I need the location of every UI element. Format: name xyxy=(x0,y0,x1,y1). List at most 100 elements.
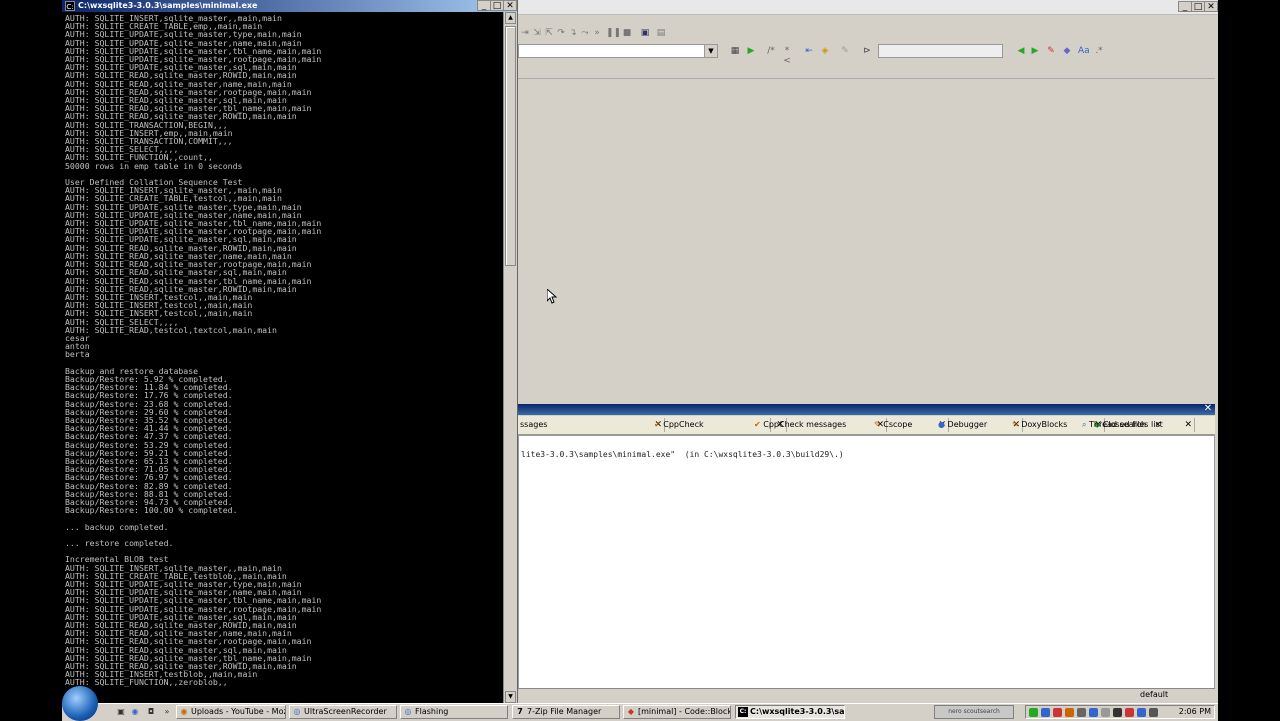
console-titlebar[interactable]: C: C:\wxsqlite3-3.0.3\samples\minimal.ex… xyxy=(62,0,517,12)
tab-thread-search[interactable]: ⌕ Thread search ✕ xyxy=(1082,418,1182,432)
system-tray: 2:06 PM xyxy=(1025,705,1215,719)
bookmark-icon[interactable]: ◈ xyxy=(820,46,830,56)
codeblocks-window[interactable]: _ □ ✕ ⇥ ⇲ ⇱ ↷ ↴ ⤳ » ❚❚ ■ ▣ ▤ ▼ ▦ ▶ /* *<… xyxy=(500,0,1218,705)
start-button[interactable] xyxy=(62,686,98,721)
run-icon[interactable]: ▶ xyxy=(746,46,756,56)
close-icon[interactable]: ✕ xyxy=(1155,420,1162,429)
codeblocks-minimize-button[interactable]: _ xyxy=(1178,1,1192,12)
highlight-search-icon[interactable]: ✎ xyxy=(1046,46,1056,56)
codeblocks-titlebar[interactable]: _ □ ✕ xyxy=(500,0,1218,15)
speaker-icon[interactable] xyxy=(1113,708,1122,717)
scope-dropdown[interactable]: ▼ xyxy=(518,44,718,58)
regex-icon[interactable]: .* xyxy=(1094,46,1104,56)
tab-label: DoxyBlocks xyxy=(1021,420,1068,429)
codeblocks-maximize-button[interactable]: □ xyxy=(1191,1,1205,12)
chevron-down-icon[interactable]: ▼ xyxy=(704,45,717,57)
match-case-icon[interactable]: Aa xyxy=(1078,46,1090,56)
info-icon[interactable]: ▤ xyxy=(656,28,666,38)
more-chevron-icon[interactable]: » xyxy=(162,707,172,717)
selected-text-icon[interactable]: ◆ xyxy=(1062,46,1072,56)
mouse-cursor-icon xyxy=(547,289,557,304)
next-instruction-icon[interactable]: ↷ xyxy=(556,28,566,38)
7zip-icon: 7 xyxy=(517,707,523,716)
tab-build-messages[interactable]: ssages ✕ xyxy=(518,418,665,432)
taskbar-item-label: Flashing xyxy=(415,707,449,716)
thread-search-icon: ⌕ xyxy=(1082,420,1087,429)
search-next-icon[interactable]: ▶ xyxy=(1030,46,1040,56)
continue-icon[interactable]: » xyxy=(592,28,602,38)
incremental-search-input[interactable] xyxy=(878,44,1003,58)
debugger-icon: ● xyxy=(938,420,945,429)
console-line: 50000 rows in emp table in 0 seconds xyxy=(65,160,243,171)
codeblocks-close-button[interactable]: ✕ xyxy=(1204,1,1218,12)
jump-back-icon[interactable]: ⇤ xyxy=(804,46,814,56)
taskbar-item-firefox[interactable]: ◉ Uploads - YouTube - Moz... xyxy=(176,705,286,719)
tab-cppcheck-messages[interactable]: ✔ CppCheck messages ✕ xyxy=(752,418,887,432)
console-title: C:\wxsqlite3-3.0.3\samples\minimal.exe xyxy=(78,1,258,10)
firefox-icon: ◉ xyxy=(180,707,188,716)
media-icon[interactable]: ◘ xyxy=(146,707,156,717)
highlight-icon[interactable]: ✎ xyxy=(840,46,850,56)
recorder-tray-icon[interactable] xyxy=(1125,708,1134,717)
status-bar: default xyxy=(518,688,1215,703)
scroll-up-icon[interactable]: ▲ xyxy=(505,12,516,24)
taskbar-item-7zip[interactable]: 7 7-Zip File Manager xyxy=(512,705,620,719)
console-window[interactable]: C: C:\wxsqlite3-3.0.3\samples\minimal.ex… xyxy=(62,0,518,705)
comment-icon[interactable]: /* xyxy=(766,46,776,56)
taskbar-item-codeblocks[interactable]: ◆ [minimal] - Code::Blocks ... xyxy=(623,705,731,719)
pause-icon[interactable]: ❚❚ xyxy=(606,28,621,38)
console-scrollbar[interactable]: ▲ ▼ xyxy=(503,12,517,705)
uncomment-icon[interactable]: *< xyxy=(782,46,792,66)
editor-area[interactable] xyxy=(518,78,1215,405)
taskbar-item-recorder[interactable]: ◎ UltraScreenRecorder xyxy=(289,705,397,719)
taskbar-item-flashing[interactable]: ◎ Flashing xyxy=(400,705,508,719)
build-log-panel[interactable]: lite3-3.0.3\samples\minimal.exe" (in C:\… xyxy=(518,435,1215,689)
step-into-icon[interactable]: ⇲ xyxy=(532,28,542,38)
right-margin xyxy=(1218,0,1280,720)
update-icon[interactable] xyxy=(1065,708,1074,717)
flashing-icon: ◎ xyxy=(404,707,412,716)
close-icon[interactable]: ✕ xyxy=(1203,404,1213,414)
step-instruction-icon[interactable]: ↴ xyxy=(568,28,578,38)
build-target-icon[interactable]: ▦ xyxy=(730,46,740,56)
logs-panel-header[interactable]: ✕ xyxy=(518,404,1215,415)
scroll-thumb[interactable] xyxy=(505,26,516,266)
console-maximize-button[interactable]: □ xyxy=(490,0,504,11)
console-output[interactable]: AUTH: SQLITE_INSERT,sqlite_master,,main,… xyxy=(65,14,503,702)
search-prev-icon[interactable]: ◀ xyxy=(1016,46,1026,56)
usb-icon[interactable] xyxy=(1101,708,1110,717)
nero-search-box[interactable]: nero scoutsearch xyxy=(934,705,1014,719)
battery-icon[interactable] xyxy=(1149,708,1158,717)
browser-icon[interactable]: ◉ xyxy=(130,707,140,717)
shield-icon[interactable] xyxy=(1089,708,1098,717)
tab-label: Cscope xyxy=(883,420,913,429)
find-icon[interactable]: ⊳ xyxy=(862,46,872,56)
taskbar-item-console[interactable]: C: C:\wxsqlite3-3.0.3\sa... xyxy=(735,705,845,719)
tab-label: Thread search xyxy=(1089,420,1147,429)
status-default: default xyxy=(1140,690,1169,699)
taskbar-item-label: 7-Zip File Manager xyxy=(527,707,602,716)
left-margin xyxy=(0,0,62,720)
antivirus-icon[interactable] xyxy=(1053,708,1062,717)
doxyblocks-icon: ✎ xyxy=(1012,420,1019,429)
scroll-down-icon[interactable]: ▼ xyxy=(505,691,516,703)
console-icon: C: xyxy=(65,1,75,11)
bluetooth-icon[interactable] xyxy=(1041,708,1050,717)
debug-windows-icon[interactable]: ▣ xyxy=(640,28,650,38)
codeblocks-icon: ◆ xyxy=(627,707,635,716)
step-out-icon[interactable]: ⇱ xyxy=(544,28,554,38)
stop-icon[interactable]: ■ xyxy=(622,28,632,38)
console-line: ... restore completed. xyxy=(65,538,174,548)
console-close-button[interactable]: ✕ xyxy=(503,0,517,11)
check-icon: ✔ xyxy=(754,420,761,429)
printer-icon[interactable] xyxy=(1077,708,1086,717)
clock[interactable]: 2:06 PM xyxy=(1179,706,1211,718)
monitor-icon[interactable] xyxy=(1137,708,1146,717)
show-desktop-icon[interactable]: ▣ xyxy=(116,707,126,717)
taskbar-item-label: C:\wxsqlite3-3.0.3\sa... xyxy=(750,707,845,716)
step-icon[interactable]: ⇥ xyxy=(520,28,530,38)
close-icon[interactable]: ✕ xyxy=(1184,418,1192,432)
network-icon[interactable] xyxy=(1029,708,1038,717)
run-to-cursor-icon[interactable]: ⤳ xyxy=(580,28,590,38)
console-minimize-button[interactable]: _ xyxy=(477,0,491,11)
